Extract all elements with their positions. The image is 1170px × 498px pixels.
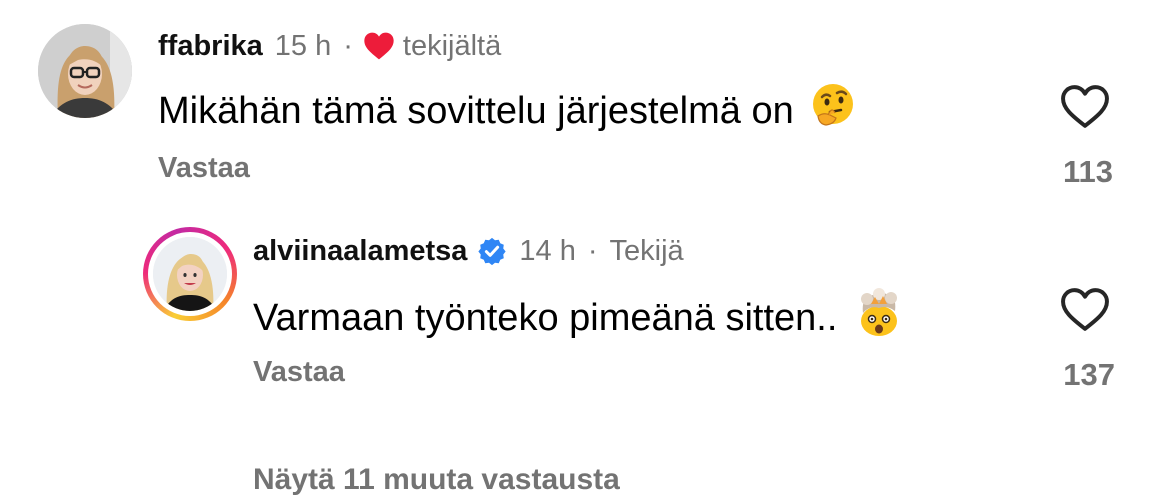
username[interactable]: alviinaalametsa — [253, 233, 467, 269]
comment-body: Varmaan työnteko pimeänä sitten.. — [253, 296, 838, 339]
like-count: 113 — [1062, 154, 1113, 189]
separator-dot: · — [343, 30, 353, 62]
comment-header: ffabrika 15 h · tekijältä — [158, 28, 501, 64]
author-label: Tekijä — [609, 235, 684, 267]
thinking-face-icon — [810, 82, 856, 139]
view-more-replies-button[interactable]: Näytä 11 muuta vastausta — [253, 462, 620, 498]
like-heart-icon[interactable] — [1059, 84, 1111, 132]
like-count: 137 — [1063, 357, 1115, 392]
reply-button[interactable]: Vastaa — [158, 150, 250, 186]
exploding-head-icon — [853, 287, 905, 348]
verified-badge-icon — [477, 236, 507, 266]
like-heart-icon[interactable] — [1059, 287, 1111, 335]
username[interactable]: ffabrika — [158, 28, 263, 64]
comment-header: alviinaalametsa 14 h · Tekijä — [253, 233, 684, 269]
avatar[interactable] — [38, 24, 132, 118]
heart-filled-icon — [363, 31, 395, 61]
timestamp: 14 h — [519, 235, 576, 267]
separator-dot: · — [587, 235, 598, 267]
comment-body: Mikähän tämä sovittelu järjestelmä on — [158, 89, 794, 132]
reply-button[interactable]: Vastaa — [253, 354, 345, 390]
timestamp: 15 h — [274, 30, 332, 62]
liked-by-author-label: tekijältä — [402, 30, 502, 62]
comment-text: Varmaan työnteko pimeänä sitten.. — [253, 287, 905, 348]
avatar[interactable] — [153, 237, 227, 311]
comment-text: Mikähän tämä sovittelu järjestelmä on — [158, 82, 856, 139]
